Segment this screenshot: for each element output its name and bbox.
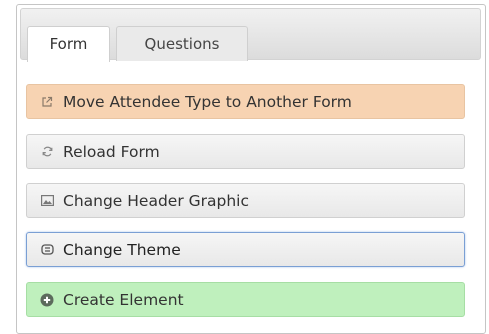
tab-form[interactable]: Form [27, 26, 110, 62]
change-theme-label: Change Theme [63, 240, 181, 259]
refresh-icon [40, 145, 54, 159]
reload-form-button[interactable]: Reload Form [26, 134, 465, 169]
change-theme-button[interactable]: Change Theme [26, 232, 465, 267]
theme-icon [40, 243, 54, 257]
create-element-button[interactable]: Create Element [26, 282, 465, 317]
change-header-graphic-button[interactable]: Change Header Graphic [26, 183, 465, 218]
tab-bar: Form Questions [20, 8, 481, 62]
plus-circle-icon [40, 293, 54, 307]
external-link-icon [40, 95, 54, 109]
create-element-label: Create Element [63, 290, 184, 309]
move-attendee-type-label: Move Attendee Type to Another Form [63, 92, 352, 111]
move-attendee-type-button[interactable]: Move Attendee Type to Another Form [26, 84, 465, 119]
reload-form-label: Reload Form [63, 142, 160, 161]
image-icon [40, 194, 54, 208]
change-header-graphic-label: Change Header Graphic [63, 191, 250, 210]
tab-questions[interactable]: Questions [116, 26, 248, 61]
